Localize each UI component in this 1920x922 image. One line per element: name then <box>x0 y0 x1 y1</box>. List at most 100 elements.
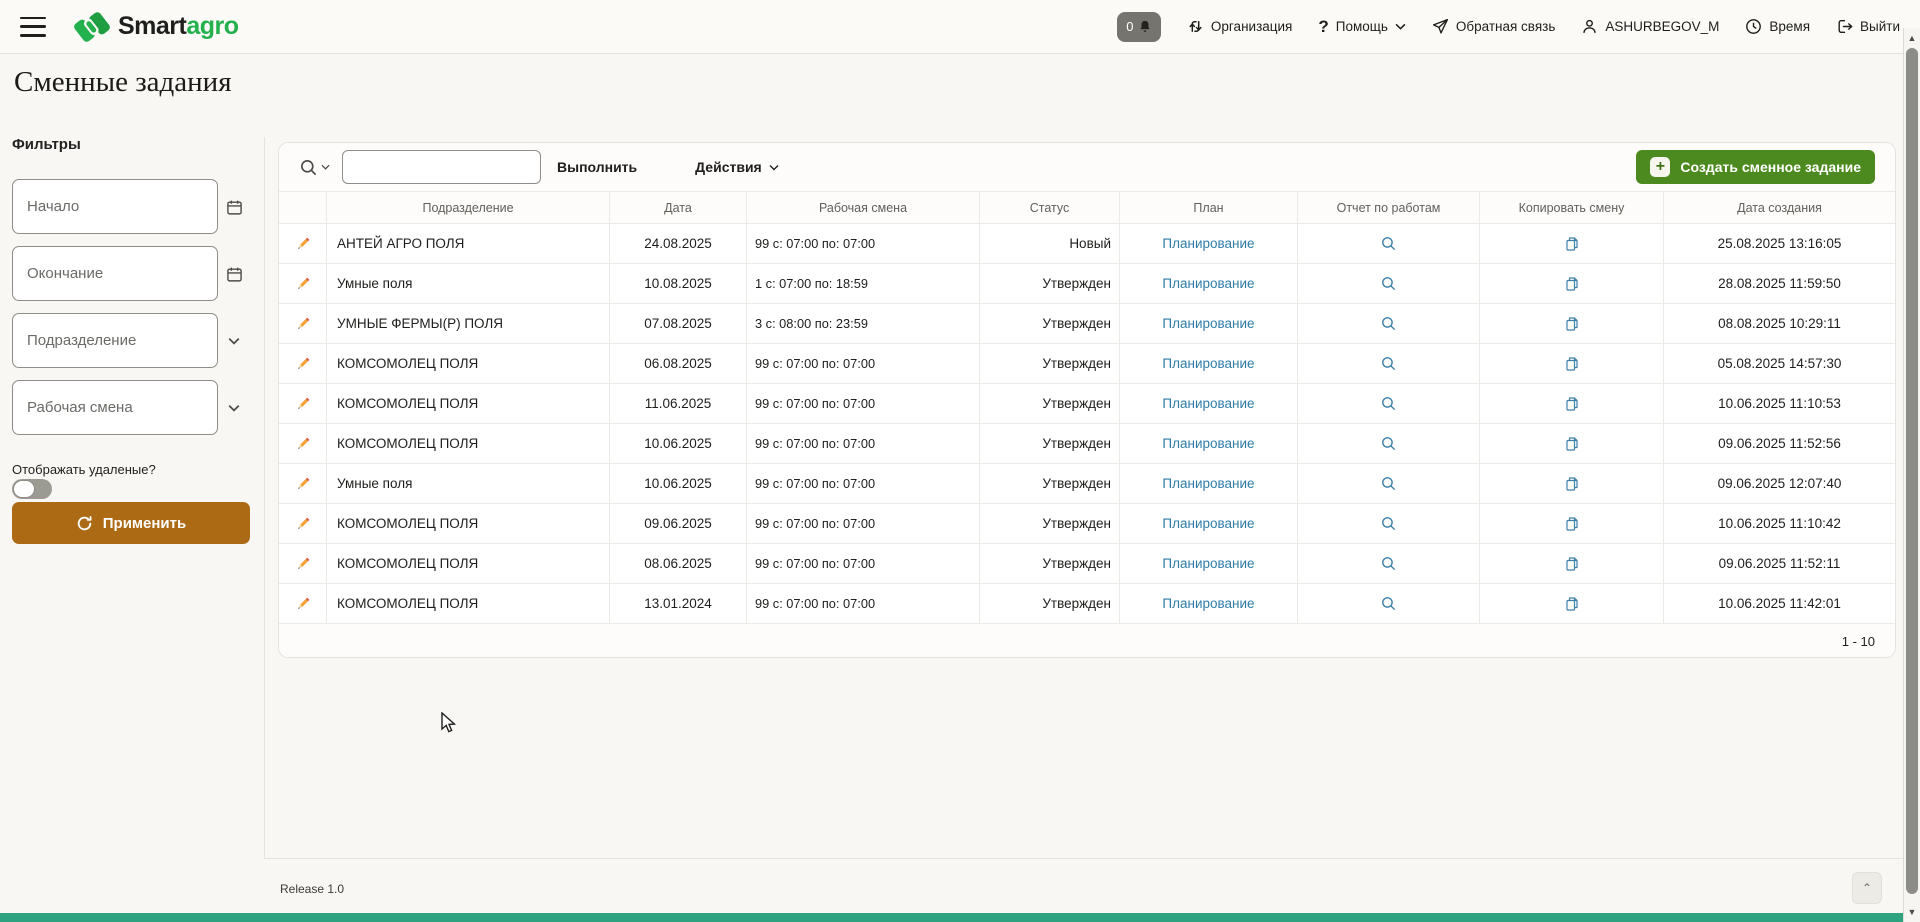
copy-shift-icon[interactable] <box>1564 596 1580 612</box>
report-search-icon[interactable] <box>1380 275 1397 292</box>
shift-cell: 99 с: 07:00 по: 07:00 <box>747 424 980 463</box>
division-cell: КОМСОМОЛЕЦ ПОЛЯ <box>327 544 610 583</box>
report-search-icon[interactable] <box>1380 475 1397 492</box>
scroll-to-top-button[interactable]: ⌃ <box>1852 872 1882 904</box>
edit-pencil-icon[interactable] <box>295 596 311 612</box>
copy-shift-icon[interactable] <box>1564 236 1580 252</box>
created-cell: 05.08.2025 14:57:30 <box>1664 344 1895 383</box>
planning-link[interactable]: Планирование <box>1162 436 1254 451</box>
edit-pencil-icon[interactable] <box>295 516 311 532</box>
shift-cell: 3 с: 08:00 по: 23:59 <box>747 304 980 343</box>
edit-pencil-icon[interactable] <box>295 436 311 452</box>
question-icon: ? <box>1318 17 1328 37</box>
show-deleted-toggle[interactable] <box>12 479 52 499</box>
chevron-down-icon <box>1395 23 1406 30</box>
shift-tasks-table: Подразделение Дата Рабочая смена Статус … <box>279 191 1895 659</box>
col-division: Подразделение <box>327 192 610 223</box>
report-search-icon[interactable] <box>1380 395 1397 412</box>
chevron-down-icon[interactable] <box>224 331 244 351</box>
created-cell: 08.08.2025 10:29:11 <box>1664 304 1895 343</box>
content-divider <box>264 137 265 858</box>
pagination: 1 - 10 <box>279 623 1895 659</box>
copy-shift-icon[interactable] <box>1564 476 1580 492</box>
apply-button[interactable]: Применить <box>12 502 250 544</box>
scrollbar-thumb[interactable] <box>1906 48 1918 894</box>
filter-start-date <box>12 179 218 234</box>
scrollbar-down-arrow[interactable]: ▼ <box>1907 908 1917 916</box>
report-search-icon[interactable] <box>1380 235 1397 252</box>
planning-link[interactable]: Планирование <box>1162 516 1254 531</box>
start-date-input[interactable] <box>12 179 218 234</box>
planning-link[interactable]: Планирование <box>1162 236 1254 251</box>
created-cell: 25.08.2025 13:16:05 <box>1664 224 1895 263</box>
end-date-input[interactable] <box>12 246 218 301</box>
shift-cell: 99 с: 07:00 по: 07:00 <box>747 544 980 583</box>
nav-logout[interactable]: Выйти <box>1836 18 1900 35</box>
copy-shift-icon[interactable] <box>1564 276 1580 292</box>
created-cell: 09.06.2025 11:52:56 <box>1664 424 1895 463</box>
table-row: Умные поля 10.08.2025 1 с: 07:00 по: 18:… <box>279 263 1895 303</box>
edit-pencil-icon[interactable] <box>295 356 311 372</box>
report-search-icon[interactable] <box>1380 315 1397 332</box>
copy-shift-icon[interactable] <box>1564 396 1580 412</box>
paper-plane-icon <box>1432 18 1449 35</box>
report-search-icon[interactable] <box>1380 515 1397 532</box>
planning-link[interactable]: Планирование <box>1162 276 1254 291</box>
refresh-icon <box>76 515 93 532</box>
chevron-down-icon[interactable] <box>224 398 244 418</box>
edit-pencil-icon[interactable] <box>295 316 311 332</box>
shift-cell: 99 с: 07:00 по: 07:00 <box>747 464 980 503</box>
col-plan: План <box>1120 192 1298 223</box>
nav-organization[interactable]: Организация <box>1187 18 1292 35</box>
search-icon <box>299 158 318 177</box>
nav-help[interactable]: ? Помощь <box>1318 17 1406 37</box>
edit-pencil-icon[interactable] <box>295 476 311 492</box>
edit-pencil-icon[interactable] <box>295 236 311 252</box>
planning-link[interactable]: Планирование <box>1162 316 1254 331</box>
actions-menu-button[interactable]: Действия <box>695 159 779 175</box>
created-cell: 09.06.2025 12:07:40 <box>1664 464 1895 503</box>
nav-time[interactable]: Время <box>1745 18 1810 35</box>
division-select[interactable] <box>12 313 218 368</box>
menu-icon[interactable] <box>20 17 46 37</box>
filter-end-date <box>12 246 218 301</box>
nav-feedback[interactable]: Обратная связь <box>1432 18 1555 35</box>
col-created: Дата создания <box>1664 192 1895 223</box>
planning-link[interactable]: Планирование <box>1162 556 1254 571</box>
edit-pencil-icon[interactable] <box>295 556 311 572</box>
copy-shift-icon[interactable] <box>1564 436 1580 452</box>
report-search-icon[interactable] <box>1380 555 1397 572</box>
search-options-button[interactable] <box>299 158 330 177</box>
show-deleted-label: Отображать удаленые? <box>12 462 156 477</box>
report-search-icon[interactable] <box>1380 595 1397 612</box>
footer-divider <box>264 858 1903 859</box>
status-cell: Утвержден <box>980 544 1120 583</box>
copy-shift-icon[interactable] <box>1564 516 1580 532</box>
edit-pencil-icon[interactable] <box>295 276 311 292</box>
nav-user[interactable]: ASHURBEGOV_M <box>1581 18 1719 35</box>
notifications-button[interactable]: 0 <box>1117 12 1161 42</box>
report-search-icon[interactable] <box>1380 435 1397 452</box>
execute-button[interactable]: Выполнить <box>557 159 637 175</box>
table-row: КОМСОМОЛЕЦ ПОЛЯ 06.08.2025 99 с: 07:00 п… <box>279 343 1895 383</box>
shift-cell: 99 с: 07:00 по: 07:00 <box>747 504 980 543</box>
planning-link[interactable]: Планирование <box>1162 356 1254 371</box>
planning-link[interactable]: Планирование <box>1162 596 1254 611</box>
division-cell: КОМСОМОЛЕЦ ПОЛЯ <box>327 504 610 543</box>
report-search-icon[interactable] <box>1380 355 1397 372</box>
calendar-icon[interactable] <box>224 197 244 217</box>
search-input[interactable] <box>342 150 541 184</box>
scrollbar-up-arrow[interactable]: ▲ <box>1907 34 1917 42</box>
planning-link[interactable]: Планирование <box>1162 396 1254 411</box>
copy-shift-icon[interactable] <box>1564 556 1580 572</box>
copy-shift-icon[interactable] <box>1564 356 1580 372</box>
table-row: УМНЫЕ ФЕРМЫ(Р) ПОЛЯ 07.08.2025 3 с: 08:0… <box>279 303 1895 343</box>
copy-shift-icon[interactable] <box>1564 316 1580 332</box>
edit-pencil-icon[interactable] <box>295 396 311 412</box>
calendar-icon[interactable] <box>224 264 244 284</box>
create-shift-task-button[interactable]: + Создать сменное задание <box>1636 150 1875 184</box>
planning-link[interactable]: Планирование <box>1162 476 1254 491</box>
page-scrollbar[interactable]: ▲ ▼ <box>1903 28 1920 922</box>
logo[interactable]: Smartagro <box>74 10 239 44</box>
work-shift-select[interactable] <box>12 380 218 435</box>
